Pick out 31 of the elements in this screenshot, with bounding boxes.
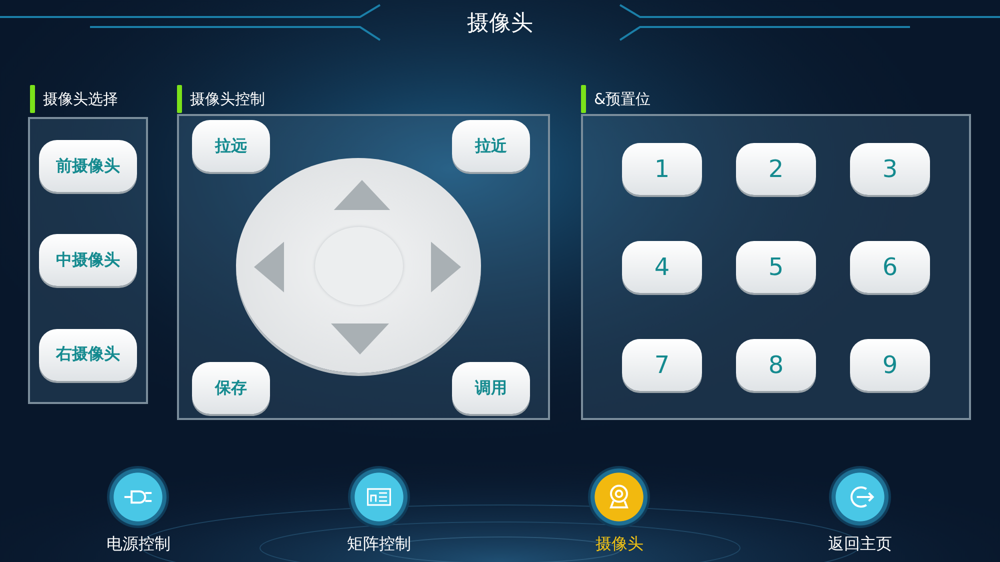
nav-label: 返回主页 (828, 534, 892, 555)
nav-label: 矩阵控制 (346, 534, 411, 555)
up-arrow-button[interactable] (333, 180, 391, 210)
section-title: 摄像头选择 (43, 90, 118, 108)
down-arrow-button[interactable] (331, 323, 389, 355)
nav-label: 电源控制 (106, 534, 170, 555)
preset-button[interactable]: 7 (622, 339, 702, 391)
control-button[interactable]: 拉近 (452, 120, 530, 172)
camera-button[interactable]: 前摄像头 (39, 140, 137, 192)
preset-button[interactable]: 4 (622, 241, 702, 293)
nav-label: 摄像头 (595, 534, 644, 555)
control-button[interactable]: 调用 (452, 362, 530, 414)
camera-button[interactable]: 中摄像头 (39, 234, 137, 286)
section-title: &预置位 (594, 90, 651, 108)
section-title: 摄像头控制 (190, 90, 265, 108)
page-title: 摄像头 (467, 10, 533, 38)
preset-button[interactable]: 6 (850, 241, 930, 293)
section-marker (30, 85, 35, 113)
camera-button[interactable]: 右摄像头 (39, 328, 137, 381)
section-marker (581, 85, 586, 113)
right-arrow-button[interactable] (431, 241, 461, 293)
control-button[interactable]: 保存 (192, 362, 270, 414)
preset-button[interactable]: 5 (736, 241, 816, 293)
control-button[interactable]: 拉远 (192, 120, 270, 172)
preset-button[interactable]: 9 (850, 339, 930, 391)
section-marker (177, 85, 182, 113)
left-arrow-button[interactable] (254, 241, 284, 293)
preset-button[interactable]: 3 (850, 143, 930, 195)
preset-button[interactable]: 1 (622, 143, 702, 195)
preset-button[interactable]: 2 (736, 143, 816, 195)
preset-button[interactable]: 8 (736, 339, 816, 391)
